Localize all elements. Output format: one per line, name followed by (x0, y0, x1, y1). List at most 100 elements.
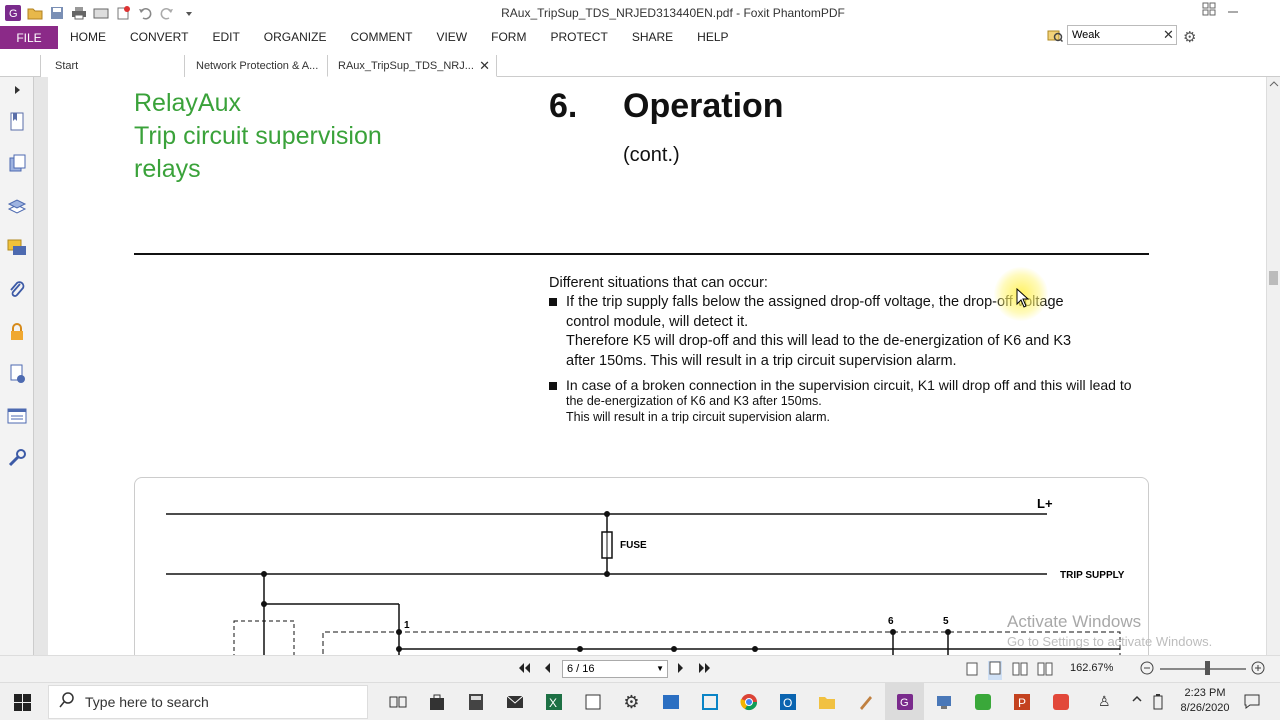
outlook-icon[interactable]: O (768, 683, 807, 720)
single-page-view-icon[interactable] (966, 662, 978, 681)
svg-text:O: O (783, 696, 792, 710)
powershell-icon[interactable] (651, 683, 690, 720)
recorder-icon[interactable] (1041, 683, 1080, 720)
circuit-diagram: L+ FUSE TRIP SUPPLY 1 6 5 (134, 477, 1149, 655)
product-title-line: RelayAux (134, 89, 241, 117)
powerpoint-icon[interactable]: P (1002, 683, 1041, 720)
store-icon[interactable] (417, 683, 456, 720)
snipping-tool-icon[interactable] (573, 683, 612, 720)
bullet-line: This will result in a trip circuit super… (566, 410, 830, 424)
svg-text:G: G (900, 697, 909, 709)
zoom-slider-thumb[interactable] (1205, 661, 1210, 675)
tools-icon[interactable] (6, 447, 28, 469)
continuous-facing-icon[interactable] (1037, 662, 1053, 681)
page-number-value: 6 / 16 (567, 663, 595, 675)
continuous-view-icon[interactable] (988, 661, 1002, 680)
doc-tab-label: Start (55, 60, 79, 72)
terminal-label: 6 (888, 616, 894, 627)
file-explorer-icon[interactable] (807, 683, 846, 720)
ribbon-tab-share[interactable]: SHARE (620, 26, 685, 49)
layers-icon[interactable] (6, 195, 28, 217)
camtasia-icon[interactable] (963, 683, 1002, 720)
zoom-out-icon[interactable] (1140, 661, 1154, 680)
find-icon[interactable] (1047, 27, 1064, 48)
content-icon[interactable] (6, 405, 28, 427)
bullet-line: control module, will detect it. (566, 313, 749, 330)
title-bar: G RAux_TripSup_TDS_NRJED313440EN.pdf - F… (0, 0, 1280, 26)
ribbon-tabs: HOME CONVERT EDIT ORGANIZE COMMENT VIEW … (58, 26, 741, 49)
expand-panel-icon[interactable] (6, 79, 28, 101)
navigation-panel (0, 77, 34, 655)
close-tab-icon[interactable]: ✕ (479, 55, 490, 77)
section-number: 6. (549, 87, 578, 125)
settings-icon[interactable]: ⚙ (612, 683, 651, 720)
windows-start-icon[interactable] (14, 694, 31, 716)
last-page-icon[interactable] (697, 661, 711, 680)
first-page-icon[interactable] (518, 661, 532, 680)
terminal-label: 5 (943, 616, 949, 627)
ribbon-tab-home[interactable]: HOME (58, 26, 118, 49)
show-hidden-icons[interactable] (1131, 692, 1143, 710)
zoom-in-icon[interactable] (1251, 661, 1265, 680)
task-view-icon[interactable] (378, 683, 417, 720)
doc-tab-label: Network Protection & A... (196, 60, 319, 72)
ribbon-tab-edit[interactable]: EDIT (200, 26, 251, 49)
find-input[interactable] (1067, 25, 1177, 45)
page-number-field[interactable]: 6 / 16 ▼ (562, 660, 668, 678)
ribbon-tab-view[interactable]: VIEW (424, 26, 479, 49)
file-menu-button[interactable]: FILE (0, 26, 58, 49)
bullet-line: after 150ms. This will result in a trip … (566, 352, 957, 369)
bullet-line: In case of a broken connection in the su… (566, 377, 1132, 393)
ribbon-tab-organize[interactable]: ORGANIZE (252, 26, 339, 49)
network-app-icon[interactable] (924, 683, 963, 720)
previous-page-icon[interactable] (542, 661, 552, 680)
pages-thumbnail-icon[interactable] (6, 153, 28, 175)
svg-text:X: X (549, 696, 557, 710)
taskbar-search-box[interactable]: Type here to search (48, 685, 368, 719)
zoom-slider[interactable] (1160, 668, 1246, 670)
ribbon-tab-help[interactable]: HELP (685, 26, 740, 49)
settings-gear-icon[interactable]: ⚙ (1183, 28, 1196, 46)
people-icon[interactable]: ♙ (1098, 693, 1111, 710)
ribbon-tab-convert[interactable]: CONVERT (118, 26, 200, 49)
activate-windows-title: Activate Windows (1007, 612, 1142, 631)
l-plus-label: L+ (1037, 496, 1053, 511)
paint-icon[interactable] (846, 683, 885, 720)
calculator-icon[interactable] (456, 683, 495, 720)
window-title: RAux_TripSup_TDS_NRJED313440EN.pdf - Fox… (501, 6, 845, 20)
facing-view-icon[interactable] (1012, 662, 1028, 681)
terminal-label: 1 (404, 620, 410, 631)
attachment-icon[interactable] (6, 279, 28, 301)
app-icon[interactable] (690, 683, 729, 720)
notifications-icon[interactable] (1244, 693, 1260, 714)
trip-supply-label: TRIP SUPPLY (1060, 570, 1125, 581)
ribbon-tab-form[interactable]: FORM (479, 26, 538, 49)
bullet-line: If the trip supply falls below the assig… (566, 294, 1064, 310)
foxit-icon[interactable]: G (885, 683, 924, 720)
system-clock[interactable]: 2:23 PM 8/26/2020 (1170, 686, 1240, 716)
ribbon-tab-comment[interactable]: COMMENT (338, 26, 424, 49)
doc-tab-start[interactable]: Start (40, 55, 185, 77)
bookmark-icon[interactable] (6, 111, 28, 133)
scrollbar-thumb[interactable] (1269, 271, 1278, 285)
layout-icon[interactable] (1202, 2, 1216, 21)
excel-icon[interactable]: X (534, 683, 573, 720)
ribbon-tab-protect[interactable]: PROTECT (538, 26, 619, 49)
next-page-icon[interactable] (676, 661, 686, 680)
doc-tab-network-protection[interactable]: Network Protection & A... (184, 55, 328, 77)
security-lock-icon[interactable] (6, 321, 28, 343)
page-gutter (34, 77, 48, 655)
comments-icon[interactable] (6, 237, 28, 259)
chrome-icon[interactable] (729, 683, 768, 720)
bullet-item: If the trip supply falls below the assig… (549, 293, 1159, 371)
zoom-level[interactable]: 162.67% (1070, 662, 1113, 674)
intro-text: Different situations that can occur: (549, 275, 768, 291)
vertical-scrollbar[interactable] (1266, 77, 1280, 655)
mail-icon[interactable] (495, 683, 534, 720)
circuit-diagram-svg: L+ FUSE TRIP SUPPLY 1 6 5 (166, 496, 1125, 655)
page-dropdown-icon[interactable]: ▼ (656, 661, 664, 677)
signature-icon[interactable] (6, 363, 28, 385)
doc-tab-raux-active[interactable]: RAux_TripSup_TDS_NRJ... ✕ (327, 55, 497, 77)
minimize-icon[interactable] (1226, 2, 1240, 21)
clear-search-icon[interactable]: ✕ (1163, 27, 1174, 43)
